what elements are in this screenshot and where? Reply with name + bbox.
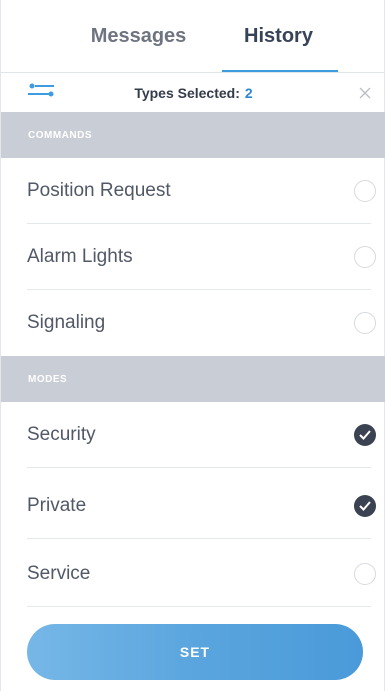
option-label: Private: [27, 495, 87, 516]
types-selected-text: Types Selected:: [134, 85, 240, 101]
history-filter-screen: Messages History Types Selected: 2 COMMA…: [0, 0, 385, 691]
option-checkbox-checked[interactable]: [354, 424, 376, 446]
section-header-commands: COMMANDS: [1, 112, 385, 158]
types-selected-label: Types Selected: 2: [1, 73, 385, 113]
option-radio[interactable]: [354, 246, 376, 268]
option-service[interactable]: Service: [11, 541, 385, 607]
option-position-request[interactable]: Position Request: [11, 158, 385, 224]
option-label: Signaling: [27, 312, 106, 333]
checkmark-icon: [359, 501, 371, 511]
option-label: Position Request: [27, 180, 171, 201]
types-selected-count: 2: [244, 85, 253, 101]
option-label: Service: [27, 563, 91, 584]
option-checkbox-checked[interactable]: [354, 495, 376, 517]
close-icon[interactable]: [359, 87, 371, 99]
section-header-modes: MODES: [1, 356, 385, 402]
tab-messages[interactable]: Messages: [64, 0, 214, 72]
option-private[interactable]: Private: [11, 473, 385, 539]
row-divider: [27, 606, 371, 607]
set-button[interactable]: SET: [27, 624, 363, 680]
option-radio[interactable]: [354, 312, 376, 334]
tab-history[interactable]: History: [214, 0, 344, 72]
option-alarm-lights[interactable]: Alarm Lights: [11, 224, 385, 290]
option-security[interactable]: Security: [11, 402, 385, 468]
option-label: Alarm Lights: [27, 246, 133, 267]
filter-bar: Types Selected: 2: [1, 72, 385, 112]
row-divider: [27, 538, 371, 539]
tab-bar: Messages History: [1, 0, 385, 72]
checkmark-icon: [359, 430, 371, 440]
tab-history-label: History: [244, 24, 313, 47]
option-signaling[interactable]: Signaling: [11, 290, 385, 356]
option-label: Security: [27, 424, 96, 445]
row-divider: [27, 467, 371, 468]
option-radio[interactable]: [354, 563, 376, 585]
option-radio[interactable]: [354, 180, 376, 202]
